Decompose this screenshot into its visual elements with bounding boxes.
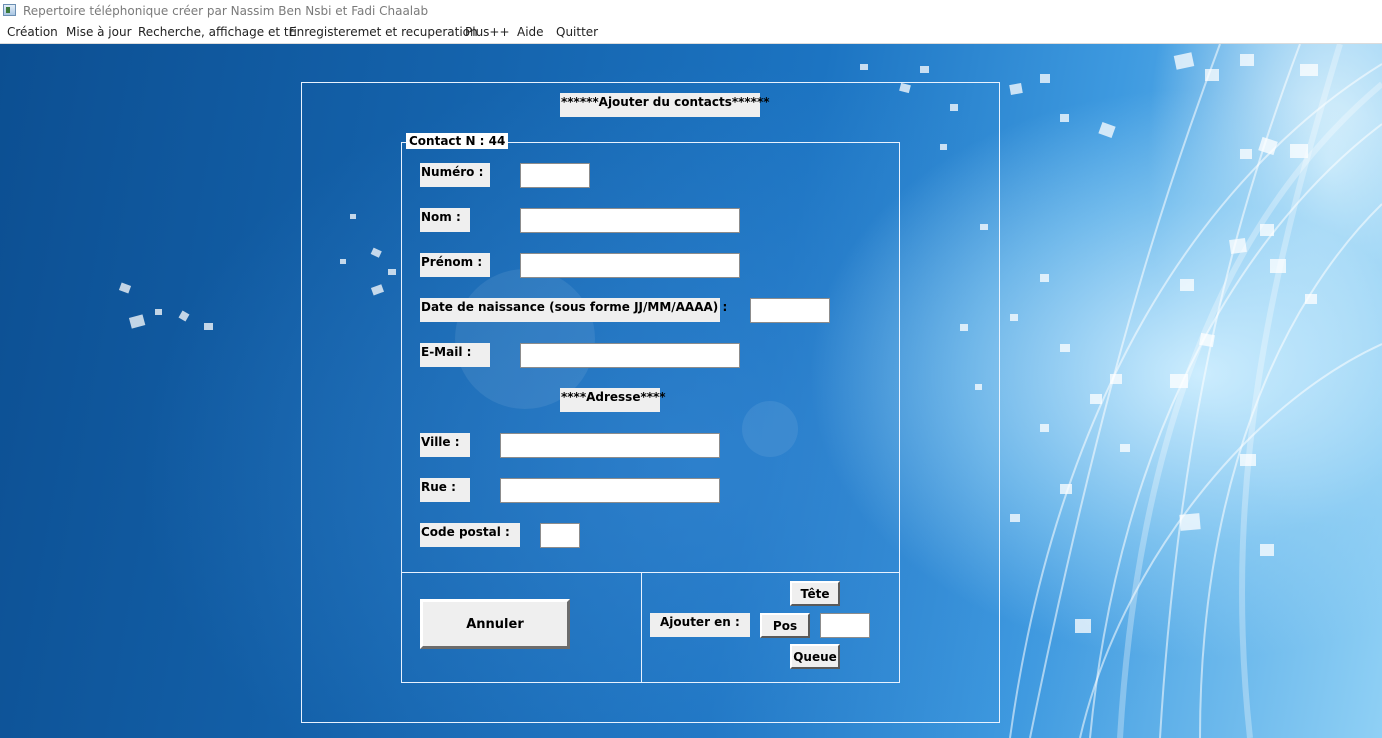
contact-number-title: Contact N : 44 xyxy=(406,133,509,149)
nom-input[interactable] xyxy=(520,208,740,233)
menu-creation[interactable]: Création xyxy=(7,22,58,43)
rue-label: Rue : xyxy=(420,478,470,502)
ajouter-en-label: Ajouter en : xyxy=(650,613,750,637)
menu-mise-a-jour[interactable]: Mise à jour xyxy=(66,22,132,43)
code-postal-input[interactable] xyxy=(540,523,580,548)
ville-label: Ville : xyxy=(420,433,470,457)
form-background: ******Ajouter du contacts****** Contact … xyxy=(0,44,1382,738)
numero-label: Numéro : xyxy=(420,163,490,187)
numero-input[interactable] xyxy=(520,163,590,188)
email-label: E-Mail : xyxy=(420,343,490,367)
email-input[interactable] xyxy=(520,343,740,368)
menu-recherche[interactable]: Recherche, affichage et tri xyxy=(138,22,297,43)
menu-plus[interactable]: Plus++ xyxy=(465,22,510,43)
menu-enregistrement[interactable]: Enregisteremet et recuperation xyxy=(289,22,478,43)
tete-button[interactable]: Tête xyxy=(790,581,840,606)
prenom-label: Prénom : xyxy=(420,253,490,277)
position-input[interactable] xyxy=(820,613,870,638)
date-naissance-label: Date de naissance (sous forme JJ/MM/AAAA… xyxy=(420,298,727,322)
menu-bar: Création Mise à jour Recherche, affichag… xyxy=(0,22,1382,44)
window-title: Repertoire téléphonique créer par Nassim… xyxy=(23,4,429,18)
pos-button[interactable]: Pos xyxy=(760,613,810,638)
adresse-heading: ****Adresse**** xyxy=(560,388,666,412)
annuler-button[interactable]: Annuler xyxy=(420,599,570,649)
menu-aide[interactable]: Aide xyxy=(517,22,544,43)
rue-input[interactable] xyxy=(500,478,720,503)
app-icon xyxy=(3,4,16,16)
nom-label: Nom : xyxy=(420,208,470,232)
code-postal-label: Code postal : xyxy=(420,523,520,547)
prenom-input[interactable] xyxy=(520,253,740,278)
queue-button[interactable]: Queue xyxy=(790,644,840,669)
menu-quitter[interactable]: Quitter xyxy=(556,22,598,43)
form-heading: ******Ajouter du contacts****** xyxy=(560,93,770,117)
date-naissance-input[interactable] xyxy=(750,298,830,323)
window-title-bar: Repertoire téléphonique créer par Nassim… xyxy=(0,0,1382,22)
ville-input[interactable] xyxy=(500,433,720,458)
